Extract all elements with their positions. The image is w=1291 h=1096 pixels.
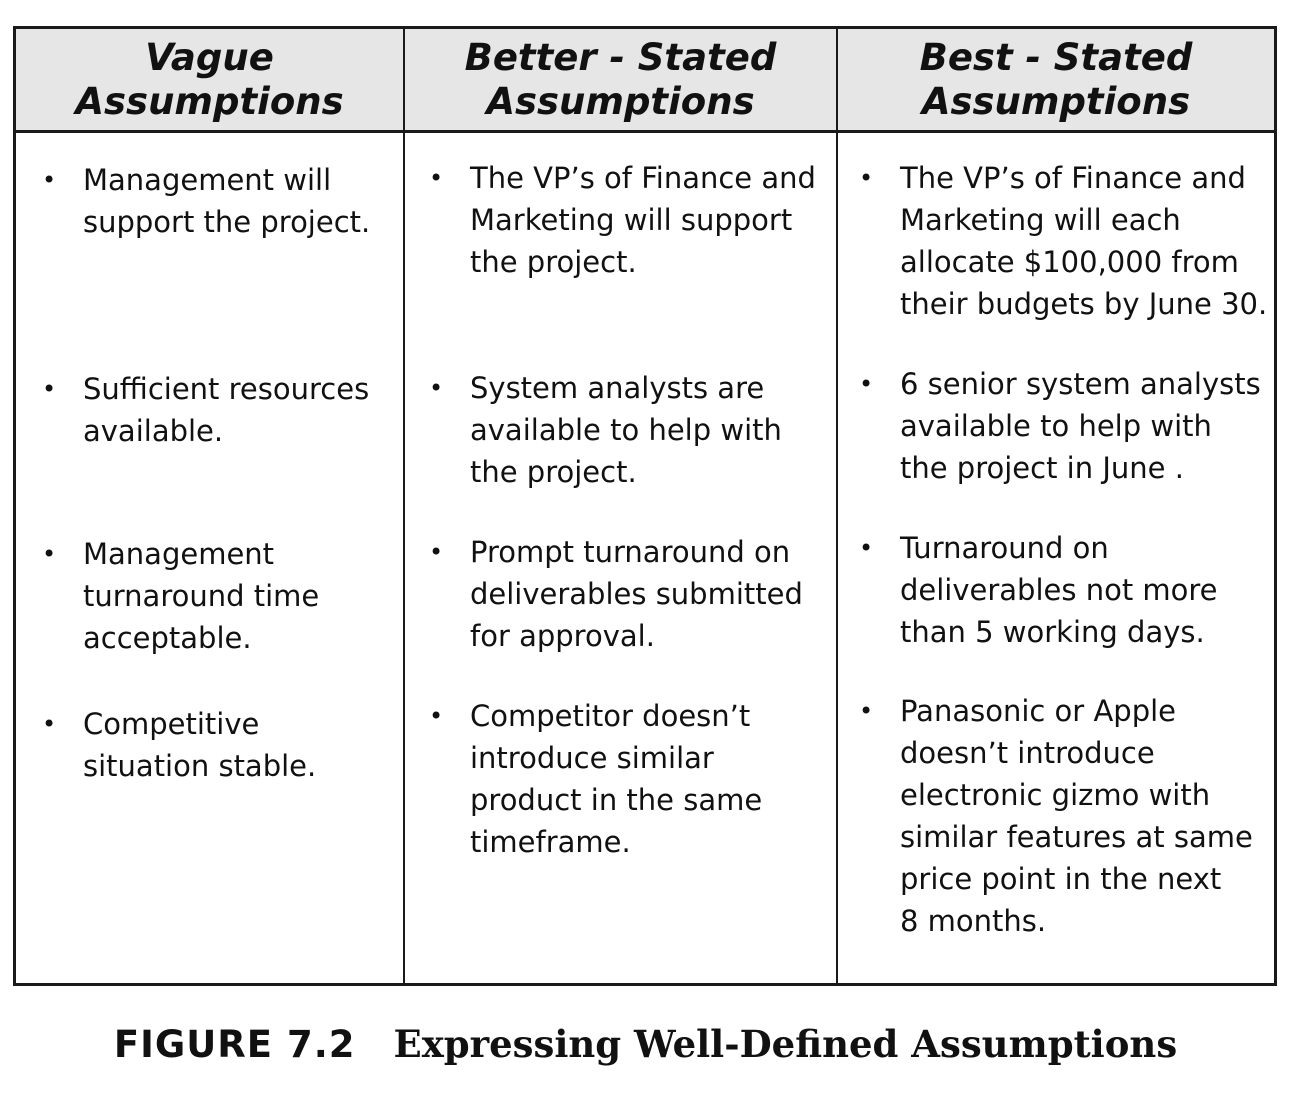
header-better-stated: Better - Stated Assumptions	[405, 29, 836, 130]
bullet-dot: •	[429, 538, 444, 566]
bullet-dot: •	[429, 702, 444, 730]
better-item-3: Prompt turnaround on deliverables submit…	[470, 535, 803, 653]
header-vague: Vague Assumptions	[16, 29, 403, 130]
column-divider	[836, 29, 838, 983]
bullet-dot: •	[42, 375, 57, 403]
vague-item-4: Competitive situation stable.	[83, 707, 317, 783]
bullet-dot: •	[859, 534, 874, 562]
header-vague-text: Vague Assumptions	[75, 35, 344, 123]
bullet-dot: •	[859, 164, 874, 192]
vague-item-1: Management will support the project.	[83, 163, 371, 239]
vague-item-3: Management turnaround time acceptable.	[83, 537, 320, 655]
better-item-4: Competitor doesn’t introduce similar pro…	[470, 699, 763, 859]
figure-label: FIGURE 7.2	[113, 1023, 356, 1066]
best-item-1: The VP’s of Finance and Marketing will e…	[900, 161, 1268, 321]
assumptions-table: Vague Assumptions Better - Stated Assump…	[13, 26, 1277, 986]
figure-title: Expressing Well-Defined Assumptions	[393, 1022, 1178, 1066]
bullet-dot: •	[42, 540, 57, 568]
best-item-4: Panasonic or Apple doesn’t introduce ele…	[900, 694, 1253, 938]
bullet-dot: •	[42, 710, 57, 738]
bullet-dot: •	[859, 697, 874, 725]
best-item-3: Turnaround on deliverables not more than…	[900, 531, 1218, 649]
header-better-stated-text: Better - Stated Assumptions	[464, 35, 777, 123]
header-best-stated-text: Best - Stated Assumptions	[919, 35, 1193, 123]
bullet-dot: •	[42, 166, 57, 194]
figure-caption: FIGURE 7.2 Expressing Well-Defined Assump…	[0, 1022, 1291, 1066]
column-divider	[403, 29, 405, 983]
header-best-stated: Best - Stated Assumptions	[838, 29, 1274, 130]
bullet-dot: •	[429, 164, 444, 192]
best-item-2: 6 senior system analysts available to he…	[900, 367, 1261, 485]
bullet-dot: •	[859, 370, 874, 398]
vague-item-2: Sufficient resources available.	[83, 372, 370, 448]
bullet-dot: •	[429, 374, 444, 402]
better-item-1: The VP’s of Finance and Marketing will s…	[470, 161, 816, 279]
better-item-2: System analysts are available to help wi…	[470, 371, 782, 489]
